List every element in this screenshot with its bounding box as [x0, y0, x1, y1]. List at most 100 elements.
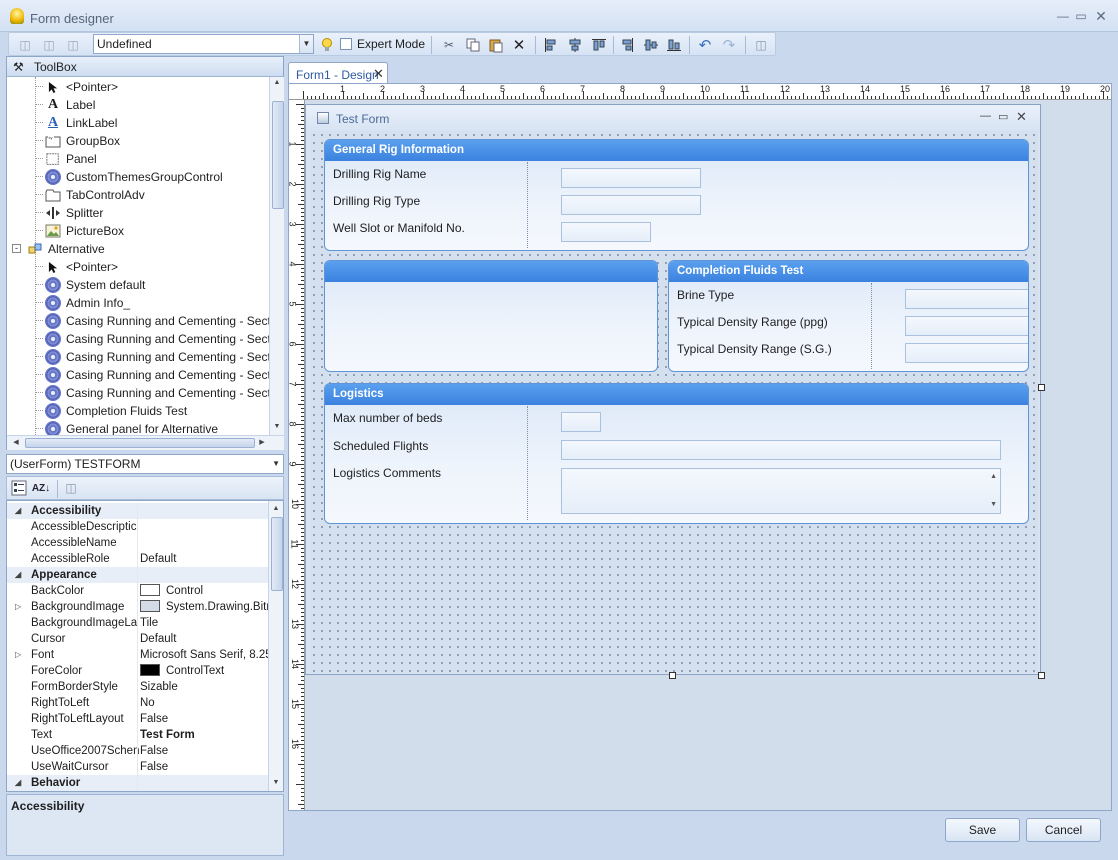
property-value[interactable]: No — [140, 695, 270, 711]
property-value[interactable]: False — [140, 711, 270, 727]
max-beds-input[interactable] — [561, 412, 601, 432]
toolbox-item[interactable]: xy GroupBox — [7, 132, 269, 150]
paste-icon[interactable] — [488, 37, 504, 53]
delete-icon[interactable]: ✕ — [511, 37, 527, 54]
new-form-icon[interactable]: ◫ — [17, 37, 33, 53]
toolbox-item[interactable]: Casing Running and Cementing - Section 3 — [7, 348, 269, 366]
resize-handle-bottom[interactable] — [669, 672, 676, 679]
property-row[interactable]: AccessibleName — [7, 535, 269, 551]
property-category[interactable]: ◢ Appearance — [7, 567, 269, 583]
cut-icon[interactable]: ✂ — [441, 37, 457, 53]
property-value[interactable]: False — [140, 759, 270, 775]
resize-handle-corner[interactable] — [1038, 672, 1045, 679]
property-value[interactable]: Default — [140, 551, 270, 567]
maximize-icon[interactable]: ▭ — [1074, 9, 1088, 23]
align-top-icon[interactable] — [591, 37, 607, 53]
property-row[interactable]: UseWaitCursor False — [7, 759, 269, 775]
toolbox-vscroll[interactable]: ▲ ▼ — [269, 77, 284, 435]
toolbox-item[interactable]: - Alternative — [7, 240, 269, 258]
property-value[interactable]: Microsoft Sans Serif, 8.25p — [140, 647, 270, 663]
property-scroll-thumb[interactable] — [271, 517, 283, 591]
save-form-icon[interactable]: ◫ — [65, 37, 81, 53]
properties-icon[interactable]: ◫ — [753, 37, 769, 53]
minimize-icon[interactable]: — — [1056, 9, 1070, 23]
toolbox-item[interactable]: Completion Fluids Test — [7, 402, 269, 420]
toolbox-item[interactable]: <Pointer> — [7, 258, 269, 276]
property-value[interactable]: Tile — [140, 615, 270, 631]
logistics-comments-textarea[interactable]: ▲ ▼ — [561, 468, 1001, 514]
group-general-rig-information[interactable]: General Rig Information Drilling Rig Nam… — [324, 139, 1029, 251]
toolbox-hscroll-thumb[interactable] — [25, 438, 255, 448]
property-value[interactable]: ControlText — [140, 663, 270, 679]
categorized-icon[interactable] — [11, 480, 27, 496]
chevron-down-icon[interactable]: ▼ — [272, 455, 280, 473]
property-value[interactable]: Test Form — [140, 727, 270, 743]
toolbox-item[interactable]: A LinkLabel — [7, 114, 269, 132]
tab-form1-design[interactable]: Form1 - Design ✕ — [288, 62, 388, 84]
toolbox-item[interactable]: General panel for Alternative — [7, 420, 269, 435]
expand-triangle-icon[interactable]: ▷ — [15, 599, 21, 615]
drilling-rig-type-input[interactable] — [561, 195, 701, 215]
density-sg-input[interactable] — [905, 343, 1028, 363]
scroll-up-icon[interactable]: ▲ — [269, 505, 283, 512]
toolbox-item[interactable]: PictureBox — [7, 222, 269, 240]
close-icon[interactable]: ✕ — [1016, 109, 1027, 125]
scheduled-flights-input[interactable] — [561, 440, 1001, 460]
property-value[interactable]: Default — [140, 631, 270, 647]
drilling-rig-name-input[interactable] — [561, 168, 701, 188]
undo-icon[interactable]: ↶ — [697, 37, 713, 54]
property-row[interactable]: ForeColor ControlText — [7, 663, 269, 679]
property-row[interactable]: FormBorderStyle Sizable — [7, 679, 269, 695]
toolbox-item[interactable]: TabControlAdv — [7, 186, 269, 204]
property-row[interactable]: ▷ BackgroundImage System.Drawing.Bitm — [7, 599, 270, 615]
property-value[interactable]: Sizable — [140, 679, 270, 695]
toolbox-item[interactable]: Casing Running and Cementing - Section 4 — [7, 366, 269, 384]
group-empty[interactable] — [324, 260, 658, 372]
resize-handle-right[interactable] — [1038, 384, 1045, 391]
align-center-icon[interactable] — [567, 37, 583, 53]
property-value[interactable]: False — [140, 743, 270, 759]
open-form-icon[interactable]: ◫ — [41, 37, 57, 53]
property-category[interactable]: ◢ Behavior — [7, 775, 269, 791]
scroll-left-icon[interactable]: ◀ — [9, 438, 23, 446]
property-row[interactable]: AccessibleDescriptic — [7, 519, 269, 535]
toolbox-item[interactable]: Splitter — [7, 204, 269, 222]
maximize-icon[interactable]: ▭ — [998, 110, 1008, 123]
toolbox-hscroll[interactable]: ◀ ▶ — [7, 435, 284, 450]
align-bottom-icon[interactable] — [666, 37, 682, 53]
property-vscroll[interactable]: ▲ ▼ — [268, 501, 283, 791]
copy-icon[interactable] — [465, 37, 481, 53]
property-row[interactable]: AccessibleRole Default — [7, 551, 269, 567]
scroll-down-icon[interactable]: ▼ — [270, 423, 284, 430]
property-row[interactable]: Text Test Form — [7, 727, 269, 743]
test-form-canvas[interactable]: General Rig Information Drilling Rig Nam… — [310, 131, 1038, 673]
close-icon[interactable]: ✕ — [1094, 9, 1108, 23]
cancel-button[interactable]: Cancel — [1026, 818, 1101, 842]
scroll-down-icon[interactable]: ▼ — [990, 501, 997, 508]
toolbox-item[interactable]: CustomThemesGroupControl — [7, 168, 269, 186]
toolbox-item[interactable]: Admin Info_ — [7, 294, 269, 312]
expert-mode-checkbox[interactable] — [340, 38, 352, 50]
property-row[interactable]: RightToLeft No — [7, 695, 269, 711]
chevron-down-icon[interactable]: ▼ — [299, 35, 313, 53]
align-left-icon[interactable] — [543, 37, 559, 53]
scroll-up-icon[interactable]: ▲ — [990, 473, 997, 480]
scroll-up-icon[interactable]: ▲ — [270, 79, 284, 86]
property-row[interactable]: RightToLeftLayout False — [7, 711, 269, 727]
property-category[interactable]: ◢ Accessibility — [7, 503, 269, 519]
group-logistics[interactable]: Logistics Max number of beds Scheduled F… — [324, 383, 1029, 524]
align-right-icon[interactable] — [619, 37, 635, 53]
collapse-icon[interactable]: - — [12, 244, 21, 253]
toolbox-item[interactable]: <Pointer> — [7, 78, 269, 96]
close-tab-icon[interactable]: ✕ — [373, 66, 384, 82]
toolbox-item[interactable]: Casing Running and Cementing - Section 1 — [7, 312, 269, 330]
property-row[interactable]: UseOffice2007Schen False — [7, 743, 269, 759]
align-middle-icon[interactable] — [643, 37, 659, 53]
brine-type-input[interactable] — [905, 289, 1028, 309]
toolbox-item[interactable]: Casing Running and Cementing - Section 2 — [7, 330, 269, 348]
property-row[interactable]: ▷ Font Microsoft Sans Serif, 8.25p — [7, 647, 270, 663]
property-pages-icon[interactable]: ◫ — [63, 480, 79, 496]
minimize-icon[interactable]: — — [980, 110, 991, 122]
property-value[interactable]: System.Drawing.Bitm — [140, 599, 270, 615]
well-slot-input[interactable] — [561, 222, 651, 242]
